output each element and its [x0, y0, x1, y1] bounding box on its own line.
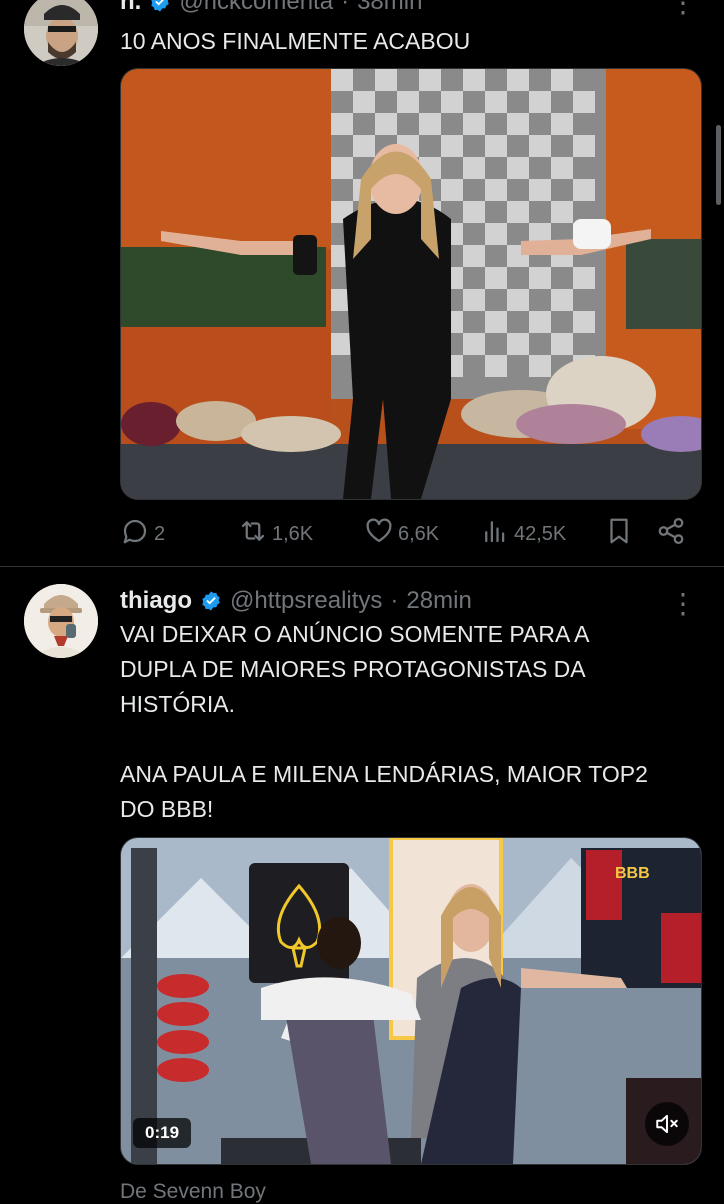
like-button[interactable]: 6,6K — [364, 516, 439, 552]
tweet[interactable]: thiago @httpsrealitys · 28min ⋮ VAI DEIX… — [0, 567, 724, 1200]
share-icon — [656, 516, 686, 552]
video-source-label[interactable]: De Sevenn Boy — [120, 1180, 266, 1204]
bookmark-button[interactable] — [604, 516, 634, 552]
separator-dot: · — [341, 0, 350, 15]
video-watermark: BBB — [615, 865, 650, 882]
reply-button[interactable]: 2 — [120, 516, 165, 552]
timestamp[interactable]: 38min — [357, 0, 422, 16]
reply-count: 2 — [154, 522, 166, 545]
separator-dot: · — [390, 587, 399, 614]
retweet-icon — [238, 516, 268, 552]
views-button[interactable]: 42,5K — [480, 516, 566, 552]
reply-icon — [120, 516, 150, 552]
retweet-count: 1,6K — [272, 522, 314, 545]
mute-button[interactable] — [645, 1102, 689, 1146]
views-icon — [480, 516, 510, 552]
mute-icon — [654, 1111, 680, 1137]
tweet-photo[interactable] — [120, 68, 702, 500]
like-count: 6,6K — [398, 522, 440, 545]
display-name[interactable]: n. — [120, 0, 141, 16]
tweet-text: 10 ANOS FINALMENTE ACABOU — [120, 28, 471, 54]
display-name[interactable]: thiago — [120, 587, 192, 615]
user-handle[interactable]: @rickcomenta — [179, 0, 333, 16]
scrollbar[interactable] — [716, 125, 721, 205]
bookmark-icon — [604, 516, 634, 552]
tweet[interactable]: n. @rickcomenta · 38min ⋮ 10 ANOS FINALM… — [0, 0, 724, 566]
tweet-text: VAI DEIXAR O ANÚNCIO SOMENTE PARA A DUPL… — [120, 621, 648, 822]
more-icon[interactable]: ⋮ — [668, 589, 698, 619]
avatar[interactable] — [24, 0, 98, 66]
user-handle[interactable]: @httpsrealitys — [230, 587, 382, 615]
video-duration: 0:19 — [133, 1118, 192, 1148]
verified-badge-icon — [200, 590, 222, 612]
avatar[interactable] — [24, 584, 98, 658]
timestamp[interactable]: 28min — [406, 587, 471, 615]
tweet-header: n. @rickcomenta · 38min — [120, 0, 422, 17]
tweet-header: thiago @httpsrealitys · 28min — [120, 586, 472, 616]
retweet-button[interactable]: 1,6K — [238, 516, 313, 552]
views-count: 42,5K — [514, 522, 567, 545]
tweet-actions: 2 1,6K 6,6K 42,5K — [120, 516, 690, 552]
share-button[interactable] — [656, 516, 686, 552]
like-icon — [364, 516, 394, 552]
tweet-video[interactable]: BBB 0:19 — [120, 837, 702, 1165]
verified-badge-icon — [149, 0, 171, 13]
more-icon[interactable]: ⋮ — [668, 0, 698, 18]
